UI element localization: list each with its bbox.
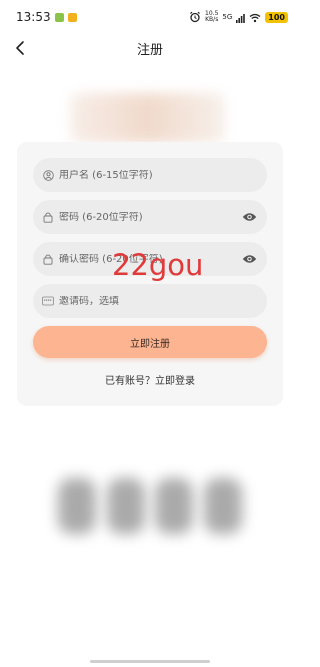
- navigation-header: 注册: [0, 34, 300, 62]
- user-icon: [42, 169, 54, 181]
- status-bar: 13:53 10.5 KB/s 5G 100: [0, 0, 300, 34]
- invite-code-input[interactable]: [59, 295, 257, 307]
- lock-icon: [42, 253, 54, 265]
- network-type: 5G: [222, 13, 233, 21]
- wifi-icon: [249, 8, 261, 27]
- social-login-row: [58, 478, 242, 538]
- social-login-icon[interactable]: [203, 478, 242, 534]
- invite-code-field[interactable]: [33, 284, 267, 318]
- network-speed: 10.5 KB/s: [205, 10, 219, 23]
- home-indicator: [90, 660, 210, 663]
- social-login-icon[interactable]: [155, 478, 194, 534]
- social-login-icon[interactable]: [58, 478, 96, 534]
- battery-indicator: 100: [265, 11, 288, 23]
- password-input[interactable]: [59, 211, 241, 223]
- eye-icon[interactable]: [241, 211, 257, 223]
- code-icon: [42, 295, 54, 307]
- social-login-icon[interactable]: [106, 478, 145, 534]
- eye-icon[interactable]: [241, 253, 257, 265]
- alarm-icon: [189, 8, 201, 27]
- page-title: 注册: [136, 42, 163, 58]
- password-field[interactable]: [33, 200, 267, 234]
- notification-app-icon: [67, 12, 77, 22]
- login-link[interactable]: 已有账号？立即登录: [17, 372, 283, 387]
- notification-app-icon: [54, 12, 64, 22]
- username-input[interactable]: [59, 169, 257, 181]
- register-button[interactable]: 立即注册: [33, 326, 267, 358]
- lock-icon: [42, 211, 54, 223]
- app-logo: [70, 93, 225, 143]
- status-time: 13:53: [16, 10, 51, 24]
- status-icons: 10.5 KB/s 5G 100: [189, 8, 288, 27]
- watermark: 22gou: [112, 248, 204, 282]
- signal-icon: [236, 8, 246, 27]
- username-field[interactable]: [33, 158, 267, 192]
- back-arrow-icon[interactable]: [10, 38, 30, 58]
